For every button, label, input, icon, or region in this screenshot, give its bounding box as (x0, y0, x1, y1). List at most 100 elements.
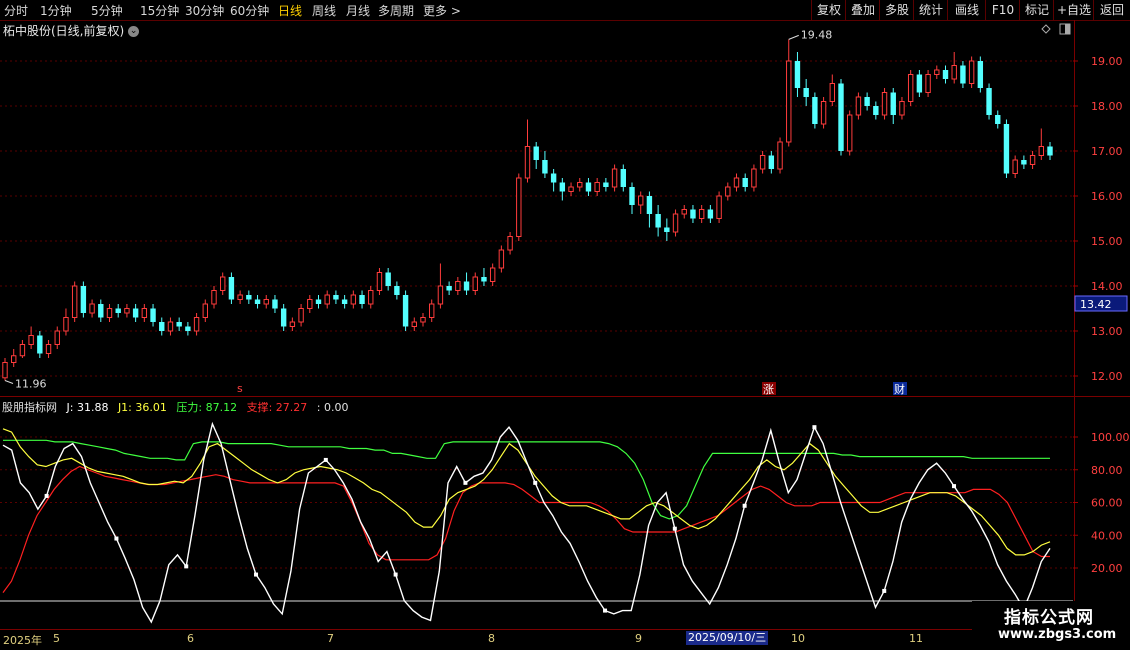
candle-body (11, 355, 17, 363)
j-marker (812, 425, 817, 430)
candle-body (934, 69, 940, 75)
watermark-sub: www.zbgs3.com (998, 627, 1117, 642)
candle-body (280, 308, 287, 327)
candle-body (37, 335, 43, 354)
candle-body (446, 286, 452, 291)
candle-body (289, 321, 296, 327)
j-marker (463, 480, 468, 485)
candle-body (881, 92, 888, 116)
candle-body (716, 195, 722, 219)
support-line (2, 465, 1050, 593)
candle-body (960, 65, 966, 84)
indicator-tick-label: 80.00 (1091, 464, 1123, 477)
candle-body (315, 299, 322, 304)
candle-body (228, 277, 235, 300)
price-tick-label: 12.00 (1091, 370, 1123, 383)
candle-body (1047, 146, 1053, 156)
price-tick-label: 19.00 (1091, 55, 1123, 68)
price-tick-label: 15.00 (1091, 235, 1123, 248)
candle-body (890, 92, 896, 115)
indicator-support: 支撑: 27.27 (246, 401, 308, 414)
j1-line (2, 428, 1051, 556)
candle-body (577, 182, 583, 188)
candle-body (98, 304, 104, 318)
candle-body (71, 285, 78, 318)
candle-body (272, 299, 278, 309)
candle-body (115, 308, 121, 313)
candle-body (655, 214, 661, 228)
candle-body (812, 97, 818, 124)
candle-body (690, 209, 696, 219)
candle-body (211, 290, 217, 305)
candle-body (733, 177, 740, 188)
candle-body (2, 362, 8, 379)
candle-body (620, 169, 626, 187)
indicator-legend: 股朋指标网 J: 31.88 J1: 36.01 压力: 87.12 支撑: 2… (2, 399, 354, 415)
j-marker (44, 493, 49, 498)
candle-body (455, 281, 461, 291)
month-label: 6 (187, 632, 194, 645)
candle-body (847, 114, 853, 152)
candle-body (385, 272, 391, 286)
candle-body (986, 88, 992, 115)
candle-body (672, 213, 679, 233)
candle-body (481, 277, 487, 282)
low-price-label: 11.96 (15, 378, 47, 391)
low-pointer (4, 380, 14, 384)
candle-body (45, 344, 52, 354)
current-price-label: 13.42 (1080, 298, 1112, 311)
candle-body (420, 317, 426, 323)
candle-body (855, 96, 862, 116)
indicator-extra: : 0.00 (316, 401, 349, 414)
price-tick-label: 14.00 (1091, 280, 1123, 293)
watermark-main: 指标公式网 (1004, 608, 1094, 628)
candle-body (786, 60, 792, 143)
candle-body (873, 106, 879, 115)
j-marker (603, 608, 608, 613)
marker-zhang: 涨 (763, 383, 774, 396)
price-axis: 19.00 18.00 17.00 16.00 15.00 14.00 13.00 12.00… (1041, 23, 1130, 575)
candle-body (202, 303, 208, 318)
candle-body (368, 290, 374, 305)
candle-body (916, 74, 923, 93)
j-line (2, 421, 1051, 624)
candle-body (759, 155, 766, 170)
candle-body (333, 295, 339, 300)
candle-body (402, 295, 409, 327)
indicator-j: J: 31.88 (66, 401, 109, 414)
j-marker (672, 526, 677, 531)
watermark-logo: 指标公式网 www.zbgs3.com (972, 601, 1130, 650)
month-label: 9 (635, 632, 642, 645)
candle-body (193, 317, 200, 332)
kline-chart[interactable]: 19.4811.96 s 涨财 19.0018.0017.0016.0015.001… (0, 0, 1130, 650)
selected-date: 2025/09/10/三 (686, 631, 769, 645)
candle-body (141, 308, 148, 318)
candle-body (1003, 124, 1010, 174)
candle-body (698, 209, 705, 219)
candle-body (995, 115, 1001, 124)
candle-body (489, 267, 496, 282)
candle-body (768, 155, 775, 169)
diamond-icon[interactable] (1041, 24, 1051, 34)
candle-body (516, 177, 522, 237)
candle-body (341, 299, 348, 304)
j-marker (952, 484, 957, 489)
candle-body (324, 294, 330, 305)
candle-body (559, 182, 566, 192)
high-pointer (788, 34, 799, 40)
price-tick-label: 18.00 (1091, 100, 1123, 113)
year-label: 2025年 (3, 634, 42, 647)
candle-body (803, 88, 809, 97)
candle-body (263, 299, 269, 305)
candle-body (176, 322, 182, 327)
candle-body (899, 101, 905, 116)
candle-body (550, 173, 557, 183)
candle-body (463, 281, 470, 291)
candle-body (977, 61, 984, 88)
candle-body (185, 326, 191, 331)
j-marker (114, 536, 119, 541)
candle-body (472, 276, 478, 291)
candle-body (725, 186, 731, 197)
indicator-tick-label: 100.00 (1091, 431, 1130, 444)
j-marker (184, 564, 189, 569)
